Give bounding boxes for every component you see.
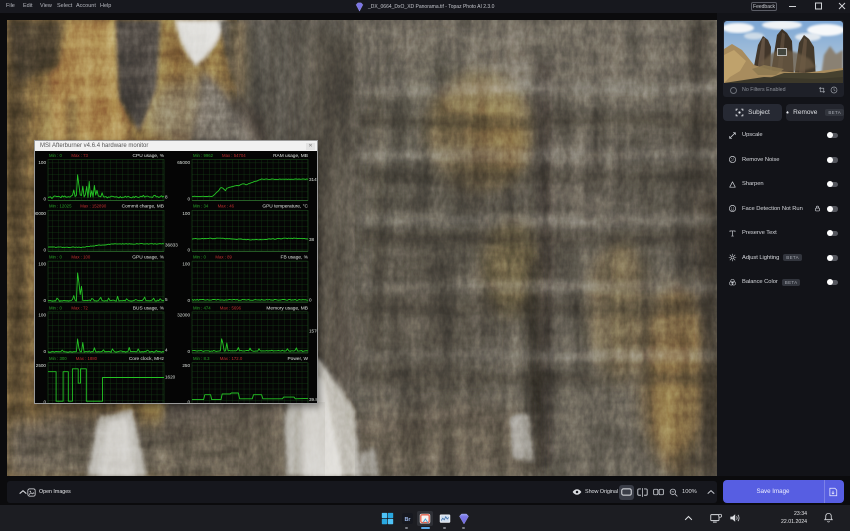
svg-text:Max : 100: Max : 100	[71, 255, 90, 260]
svg-text:8: 8	[165, 194, 168, 199]
svg-text:Core clock, MHz: Core clock, MHz	[129, 356, 165, 362]
svg-text:Power, W: Power, W	[287, 356, 308, 362]
svg-text:Max : 46: Max : 46	[218, 204, 235, 209]
svg-text:Min : 474: Min : 474	[193, 305, 211, 310]
svg-text:32000: 32000	[177, 312, 190, 317]
svg-text:36833: 36833	[165, 242, 178, 247]
svg-text:5: 5	[165, 297, 168, 302]
svg-text:RAM usage, MB: RAM usage, MB	[273, 153, 308, 159]
svg-text:Min : 9962: Min : 9962	[193, 153, 214, 158]
svg-text:FB usage, %: FB usage, %	[281, 255, 309, 261]
svg-text:4: 4	[165, 348, 168, 353]
svg-text:100: 100	[38, 312, 46, 317]
svg-text:200000: 200000	[35, 211, 46, 216]
svg-text:Max : 72: Max : 72	[71, 305, 88, 310]
svg-text:100: 100	[38, 262, 46, 267]
svg-text:100: 100	[38, 160, 46, 165]
svg-text:Max : 172.0: Max : 172.0	[220, 356, 243, 361]
svg-text:Max : 89: Max : 89	[215, 255, 232, 260]
svg-text:2500: 2500	[36, 363, 47, 368]
svg-text:0: 0	[43, 247, 46, 252]
svg-text:100: 100	[182, 262, 190, 267]
svg-text:GPU temperature, °C: GPU temperature, °C	[262, 204, 308, 210]
svg-text:GPU usage, %: GPU usage, %	[132, 255, 164, 261]
svg-text:0: 0	[187, 349, 190, 354]
svg-text:Min : 0: Min : 0	[49, 255, 63, 260]
svg-text:Min : 0: Min : 0	[49, 153, 63, 158]
svg-text:0: 0	[309, 298, 312, 303]
svg-text:CPU usage, %: CPU usage, %	[133, 153, 165, 159]
svg-text:100: 100	[182, 211, 190, 216]
svg-text:250: 250	[182, 363, 190, 368]
svg-text:0: 0	[187, 197, 190, 202]
svg-text:65000: 65000	[177, 160, 190, 165]
svg-text:1620: 1620	[165, 375, 176, 380]
svg-text:39.8: 39.8	[309, 397, 318, 402]
svg-text:31479: 31479	[309, 177, 318, 182]
svg-text:0: 0	[187, 247, 190, 252]
svg-text:Max : 73: Max : 73	[71, 153, 88, 158]
svg-text:Min : 12025: Min : 12025	[49, 204, 72, 209]
svg-text:Min : 34: Min : 34	[193, 204, 209, 209]
svg-text:Max : 5696: Max : 5696	[220, 305, 242, 310]
svg-text:BUS usage, %: BUS usage, %	[133, 305, 165, 311]
svg-text:Max : 54704: Max : 54704	[222, 153, 246, 158]
svg-text:0: 0	[187, 400, 190, 404]
svg-text:Min : 8.3: Min : 8.3	[193, 356, 210, 361]
svg-text:0: 0	[187, 298, 190, 303]
svg-text:Br: Br	[404, 517, 411, 523]
svg-text:Min : 0: Min : 0	[193, 255, 207, 260]
svg-text:0: 0	[43, 298, 46, 303]
svg-text:Max : 1880: Max : 1880	[76, 356, 98, 361]
svg-text:0: 0	[43, 400, 46, 404]
svg-text:1570: 1570	[309, 328, 318, 333]
svg-text:38: 38	[309, 237, 315, 242]
svg-text:Min : 0: Min : 0	[49, 305, 63, 310]
svg-text:Min : 300: Min : 300	[49, 356, 67, 361]
svg-text:Max : 152890: Max : 152890	[80, 204, 107, 209]
svg-text:Memory usage, MB: Memory usage, MB	[266, 305, 308, 311]
svg-text:0: 0	[43, 197, 46, 202]
svg-text:0: 0	[43, 349, 46, 354]
svg-text:Commit charge, MB: Commit charge, MB	[122, 204, 164, 210]
